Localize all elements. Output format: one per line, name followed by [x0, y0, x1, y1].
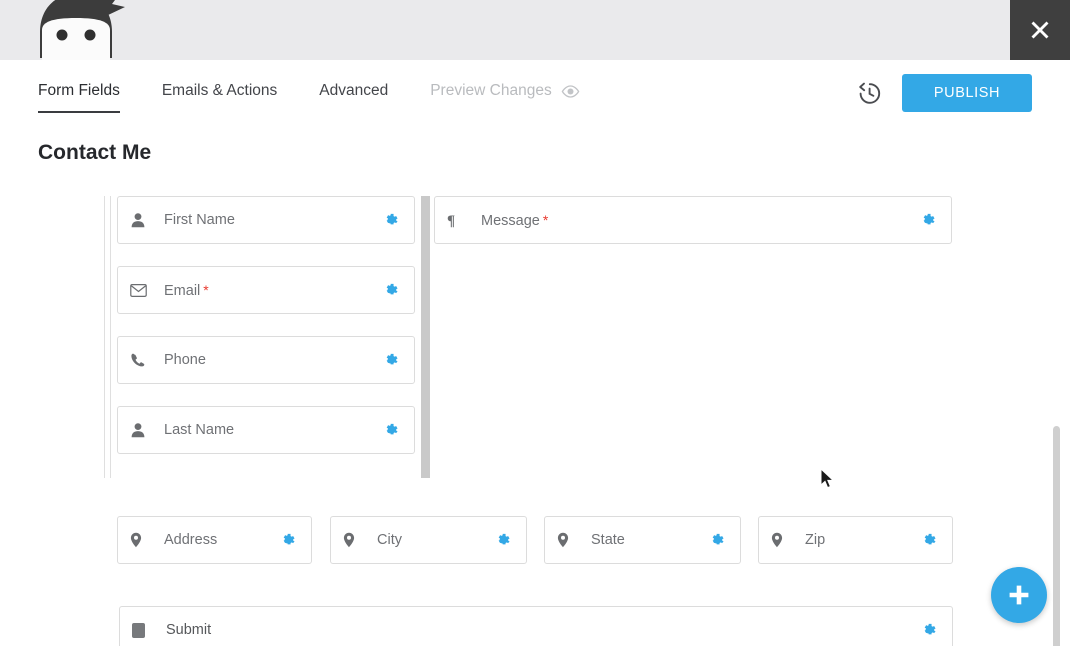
paragraph-icon: ¶ [447, 212, 481, 228]
field-row-phone[interactable]: Phone [117, 336, 415, 384]
map-pin-icon [343, 532, 377, 548]
field-label: First Name [164, 212, 235, 228]
tab-form-fields-label: Form Fields [38, 82, 120, 99]
add-field-button[interactable] [991, 567, 1047, 623]
tab-emails-actions-label: Emails & Actions [161, 82, 278, 99]
close-icon [1031, 21, 1049, 39]
tab-preview-changes[interactable]: Preview Changes [430, 82, 580, 113]
history-restore-icon [858, 82, 880, 104]
user-icon [130, 212, 164, 228]
form-builder-app: Form Fields Emails & Actions Advanced Pr… [0, 0, 1070, 646]
column-resize-handle-left[interactable] [104, 196, 111, 478]
map-pin-icon [771, 532, 805, 548]
tab-form-fields[interactable]: Form Fields [38, 82, 120, 113]
gear-icon[interactable] [382, 422, 399, 439]
gear-icon[interactable] [382, 212, 399, 229]
gear-icon[interactable] [919, 212, 936, 229]
plus-icon [1009, 585, 1029, 605]
field-row-email[interactable]: Email * [117, 266, 415, 314]
page-title: Contact Me [38, 141, 152, 164]
column-resize-handle-middle[interactable] [421, 196, 430, 478]
publish-button[interactable]: PUBLISH [902, 74, 1032, 112]
field-label: City [377, 532, 402, 548]
map-pin-icon [130, 532, 164, 548]
tab-bar: Form Fields Emails & Actions Advanced Pr… [0, 60, 1070, 132]
field-label: Submit [166, 622, 212, 638]
tab-advanced-label: Advanced [319, 82, 389, 99]
required-marker: * [203, 281, 209, 298]
phone-icon [130, 352, 164, 368]
eye-icon [561, 84, 580, 98]
toolbar-actions: PUBLISH [852, 74, 1032, 112]
gear-icon[interactable] [382, 352, 399, 369]
vertical-scrollbar-thumb[interactable] [1053, 426, 1060, 646]
gear-icon[interactable] [920, 532, 937, 549]
field-label: Email * [164, 281, 209, 299]
svg-text:¶: ¶ [447, 213, 455, 228]
tab-emails-actions[interactable]: Emails & Actions [162, 82, 277, 113]
gear-icon[interactable] [279, 532, 296, 549]
button-icon [132, 622, 166, 638]
gear-icon[interactable] [920, 622, 937, 639]
field-label: Last Name [164, 422, 235, 438]
field-row-submit[interactable]: Submit [119, 606, 953, 646]
field-label: Address [164, 532, 218, 548]
vertical-scrollbar-track[interactable] [1053, 188, 1066, 646]
history-button[interactable] [852, 76, 886, 110]
field-label: Phone [164, 352, 206, 368]
envelope-icon [130, 283, 164, 297]
tab-advanced[interactable]: Advanced [319, 82, 388, 113]
close-button[interactable] [1010, 0, 1070, 60]
gear-icon[interactable] [708, 532, 725, 549]
field-row-city[interactable]: City [330, 516, 527, 564]
field-row-state[interactable]: State [544, 516, 741, 564]
form-canvas: First Name Email * Phone Last Name ¶ Mes… [0, 188, 1070, 646]
required-marker: * [542, 211, 549, 228]
top-header-bar [0, 0, 1070, 70]
field-label: Message * [481, 211, 549, 229]
field-label: State [591, 532, 625, 548]
map-pin-icon [557, 532, 591, 548]
field-row-last-name[interactable]: Last Name [117, 406, 415, 454]
field-row-message[interactable]: ¶ Message * [434, 196, 952, 244]
field-row-zip[interactable]: Zip [758, 516, 953, 564]
gear-icon[interactable] [382, 282, 399, 299]
tab-list: Form Fields Emails & Actions Advanced Pr… [38, 82, 622, 113]
field-row-first-name[interactable]: First Name [117, 196, 415, 244]
field-label: Zip [805, 532, 826, 548]
gear-icon[interactable] [494, 532, 511, 549]
tab-preview-changes-label: Preview Changes [430, 82, 552, 99]
user-icon [130, 422, 164, 438]
field-row-address[interactable]: Address [117, 516, 312, 564]
